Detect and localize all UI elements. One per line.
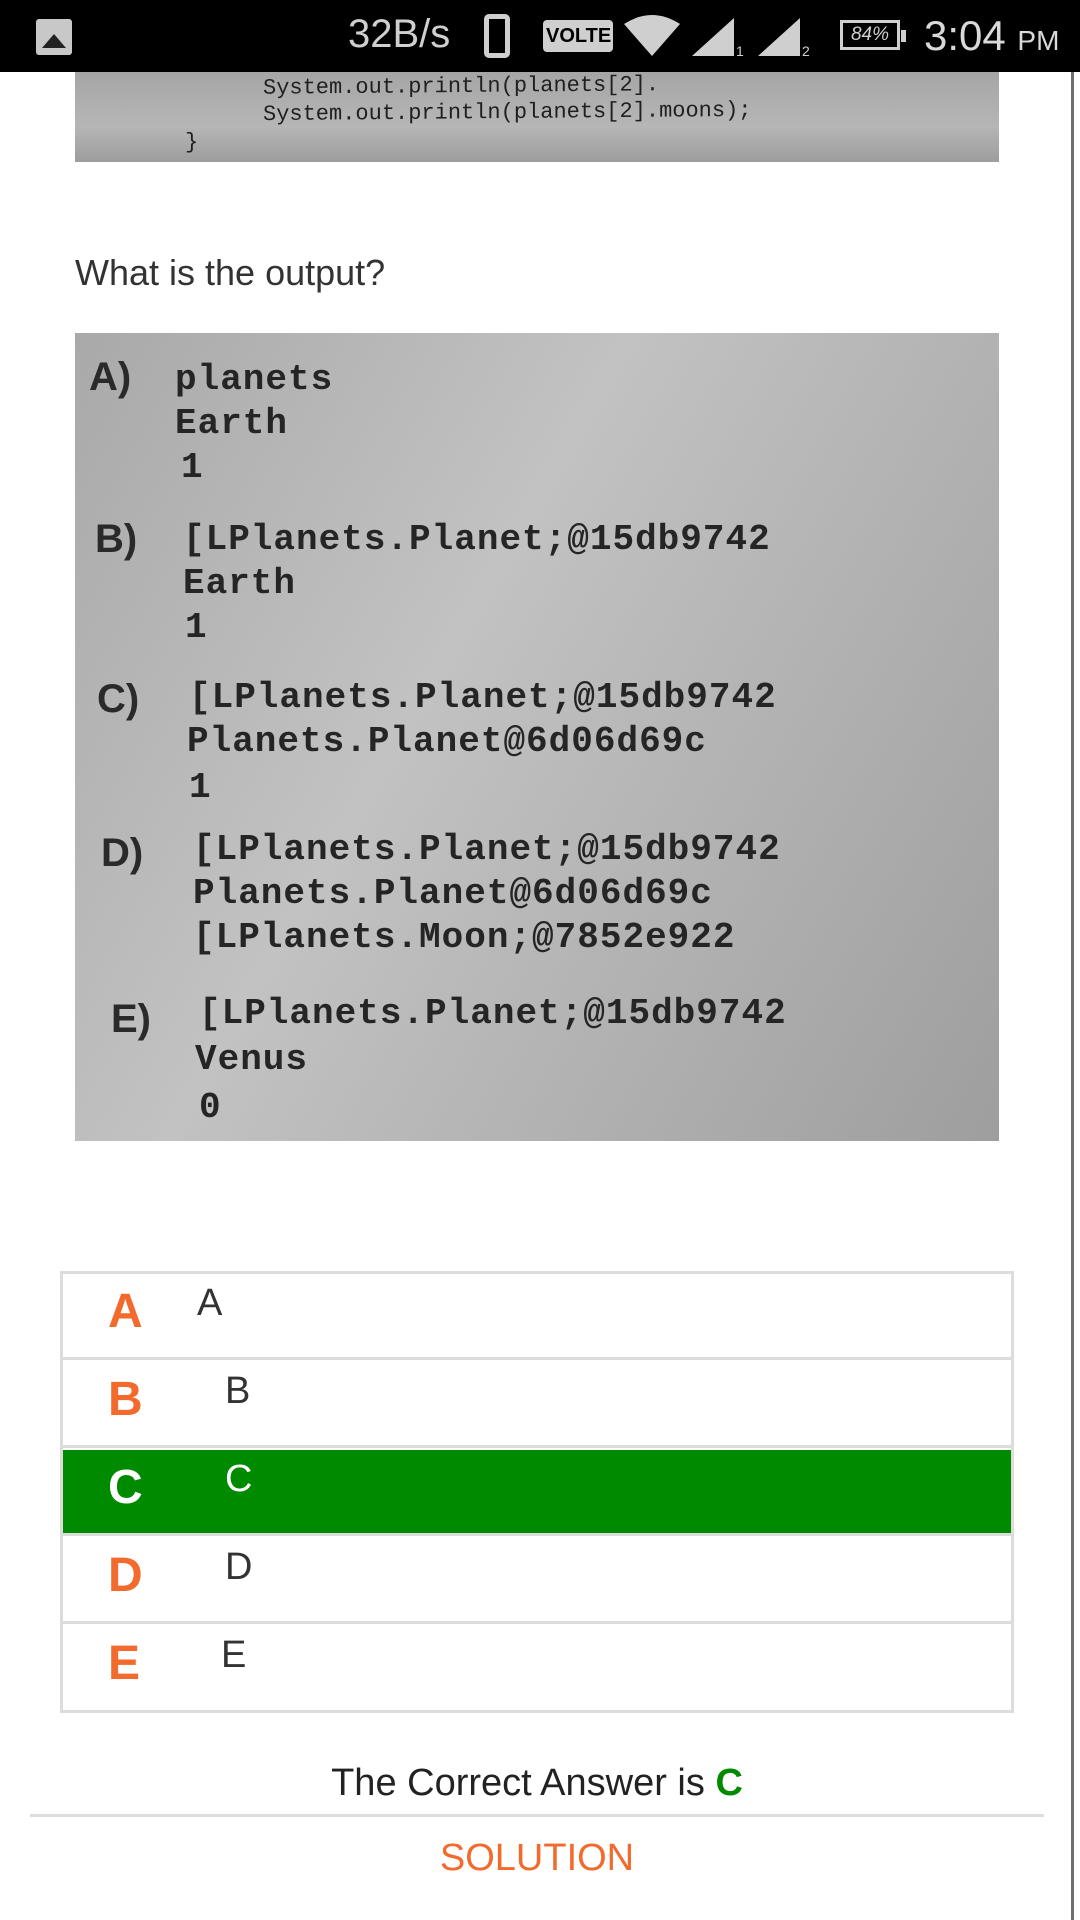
- option-line: [LPlanets.Planet;@15db9742: [193, 829, 781, 870]
- wifi-icon: [624, 15, 680, 56]
- choice-d[interactable]: D D: [63, 1538, 1011, 1624]
- question-text: What is the output?: [75, 252, 386, 293]
- choice-b[interactable]: B B: [63, 1362, 1011, 1448]
- choice-letter: B: [108, 1373, 143, 1426]
- answer-options-image: A) planets Earth 1 B) [LPlanets.Planet;@…: [75, 333, 999, 1141]
- choice-text: C: [225, 1458, 253, 1500]
- choice-text: B: [225, 1370, 251, 1412]
- choice-text: D: [225, 1546, 253, 1588]
- option-line: 1: [181, 447, 204, 488]
- choice-letter: E: [108, 1637, 141, 1690]
- option-line: Venus: [195, 1039, 309, 1080]
- network-speed: 32B/s: [348, 12, 451, 56]
- option-letter: C): [97, 677, 140, 721]
- option-letter: A): [89, 355, 132, 399]
- option-line: Earth: [175, 403, 289, 444]
- code-line: System.out.println(planets[2].moons);: [263, 97, 752, 128]
- choice-letter: C: [108, 1461, 143, 1514]
- svg-text:2: 2: [802, 43, 810, 58]
- option-line: [LPlanets.Planet;@15db9742: [199, 993, 787, 1034]
- choice-text: E: [221, 1634, 247, 1676]
- choice-text: A: [197, 1282, 223, 1324]
- option-letter: E): [111, 997, 151, 1041]
- volte-badge: VOLTE: [543, 20, 613, 52]
- choice-letter: D: [108, 1549, 143, 1602]
- code-line: System.out.println(planets[2].: [263, 72, 660, 101]
- correct-answer: The Correct Answer is C: [0, 1762, 1074, 1805]
- battery-icon: 84%: [840, 20, 906, 50]
- phone-icon: [484, 14, 510, 58]
- option-line: Earth: [183, 563, 297, 604]
- option-line: 1: [185, 607, 208, 648]
- signal-icon: 1: [692, 18, 744, 58]
- clock: 3:04 PM: [924, 12, 1059, 60]
- option-letter: B): [95, 517, 138, 561]
- option-line: Planets.Planet@6d06d69c: [193, 873, 713, 914]
- option-line: 0: [199, 1087, 222, 1128]
- scrollbar[interactable]: [1071, 72, 1074, 1920]
- signal-icon: 2: [758, 18, 810, 58]
- clock-time: 3:04: [924, 12, 1006, 59]
- solution-button[interactable]: SOLUTION: [0, 1837, 1074, 1880]
- option-line: planets: [175, 359, 334, 400]
- status-bar: 32B/s VOLTE 1 2 84% 3:04 PM: [0, 0, 1080, 72]
- option-line: [LPlanets.Planet;@15db9742: [183, 519, 771, 560]
- option-line: Planets.Planet@6d06d69c: [187, 721, 707, 762]
- correct-answer-value: C: [715, 1762, 743, 1804]
- choice-c[interactable]: C C: [63, 1450, 1011, 1536]
- option-line: 1: [189, 767, 212, 808]
- clock-ampm: PM: [1017, 25, 1060, 56]
- code-line: }: [185, 129, 199, 156]
- choice-e[interactable]: E E: [63, 1626, 1011, 1712]
- option-line: [LPlanets.Moon;@7852e922: [193, 917, 736, 958]
- code-image: System.out.println(planets[2]. System.ou…: [75, 72, 999, 162]
- divider: [30, 1814, 1044, 1817]
- choice-a[interactable]: A A: [63, 1274, 1011, 1360]
- choice-letter: A: [108, 1285, 143, 1338]
- svg-text:1: 1: [736, 43, 744, 58]
- option-line: [LPlanets.Planet;@15db9742: [189, 677, 777, 718]
- gallery-icon: [36, 19, 72, 55]
- answer-choices: A A B B C C D D E E: [60, 1271, 1014, 1713]
- correct-answer-label: The Correct Answer is: [331, 1762, 716, 1804]
- option-letter: D): [101, 831, 144, 875]
